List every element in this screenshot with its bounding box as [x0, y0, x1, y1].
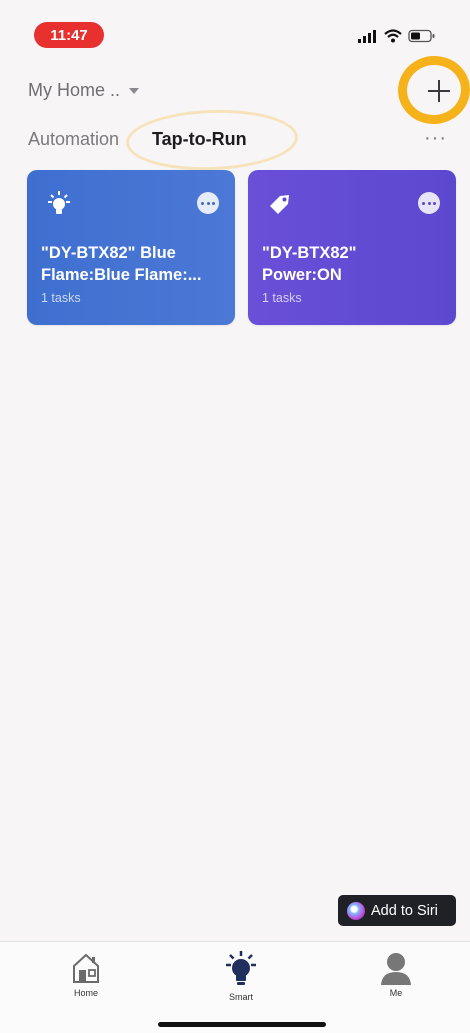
- tab-smart[interactable]: Smart: [196, 950, 286, 1002]
- tab-me[interactable]: Me: [351, 950, 441, 998]
- home-indicator: [158, 1022, 326, 1027]
- house-icon: [73, 953, 99, 983]
- siri-icon: [347, 901, 365, 920]
- card-title: "DY-BTX82" Power:ON: [262, 244, 357, 284]
- tab-me-label: Me: [389, 988, 403, 998]
- battery-icon: [408, 29, 435, 43]
- card-more-button[interactable]: [418, 192, 440, 214]
- home-selector[interactable]: My Home ..: [28, 80, 140, 101]
- plus-icon: [428, 80, 450, 102]
- bottom-tab-bar: Home Smart Me: [0, 941, 470, 1033]
- more-options-icon[interactable]: ···: [424, 127, 447, 150]
- dropdown-caret-icon: [129, 87, 140, 94]
- card-more-button[interactable]: [197, 192, 219, 214]
- tab-smart-label: Smart: [228, 992, 253, 1002]
- card-task-count: 1 tasks: [262, 291, 302, 305]
- scene-card[interactable]: "DY-BTX82" Power:ON 1 tasks: [248, 170, 456, 325]
- tab-home[interactable]: Home: [41, 950, 131, 998]
- signal-icon: [358, 30, 376, 43]
- tab-tap-to-run[interactable]: Tap-to-Run: [152, 129, 247, 150]
- wifi-icon: [384, 29, 402, 43]
- card-title: "DY-BTX82" Blue Flame:Blue Flame:...: [41, 244, 202, 284]
- scene-card[interactable]: "DY-BTX82" Blue Flame:Blue Flame:... 1 t…: [27, 170, 235, 325]
- home-name: My Home ..: [28, 80, 121, 100]
- card-task-count: 1 tasks: [41, 291, 81, 305]
- status-time: 11:47: [34, 22, 104, 48]
- add-to-siri-label: Add to Siri: [371, 902, 438, 919]
- tag-icon: [270, 195, 289, 214]
- lightbulb-icon: [48, 191, 70, 214]
- smart-bulb-icon: [226, 951, 256, 985]
- add-scene-button[interactable]: [420, 72, 458, 110]
- add-to-siri-button[interactable]: Add to Siri: [338, 895, 456, 926]
- tab-home-label: Home: [73, 988, 98, 998]
- person-icon: [381, 953, 411, 985]
- tab-automation[interactable]: Automation: [28, 129, 119, 150]
- status-icons: [358, 27, 436, 45]
